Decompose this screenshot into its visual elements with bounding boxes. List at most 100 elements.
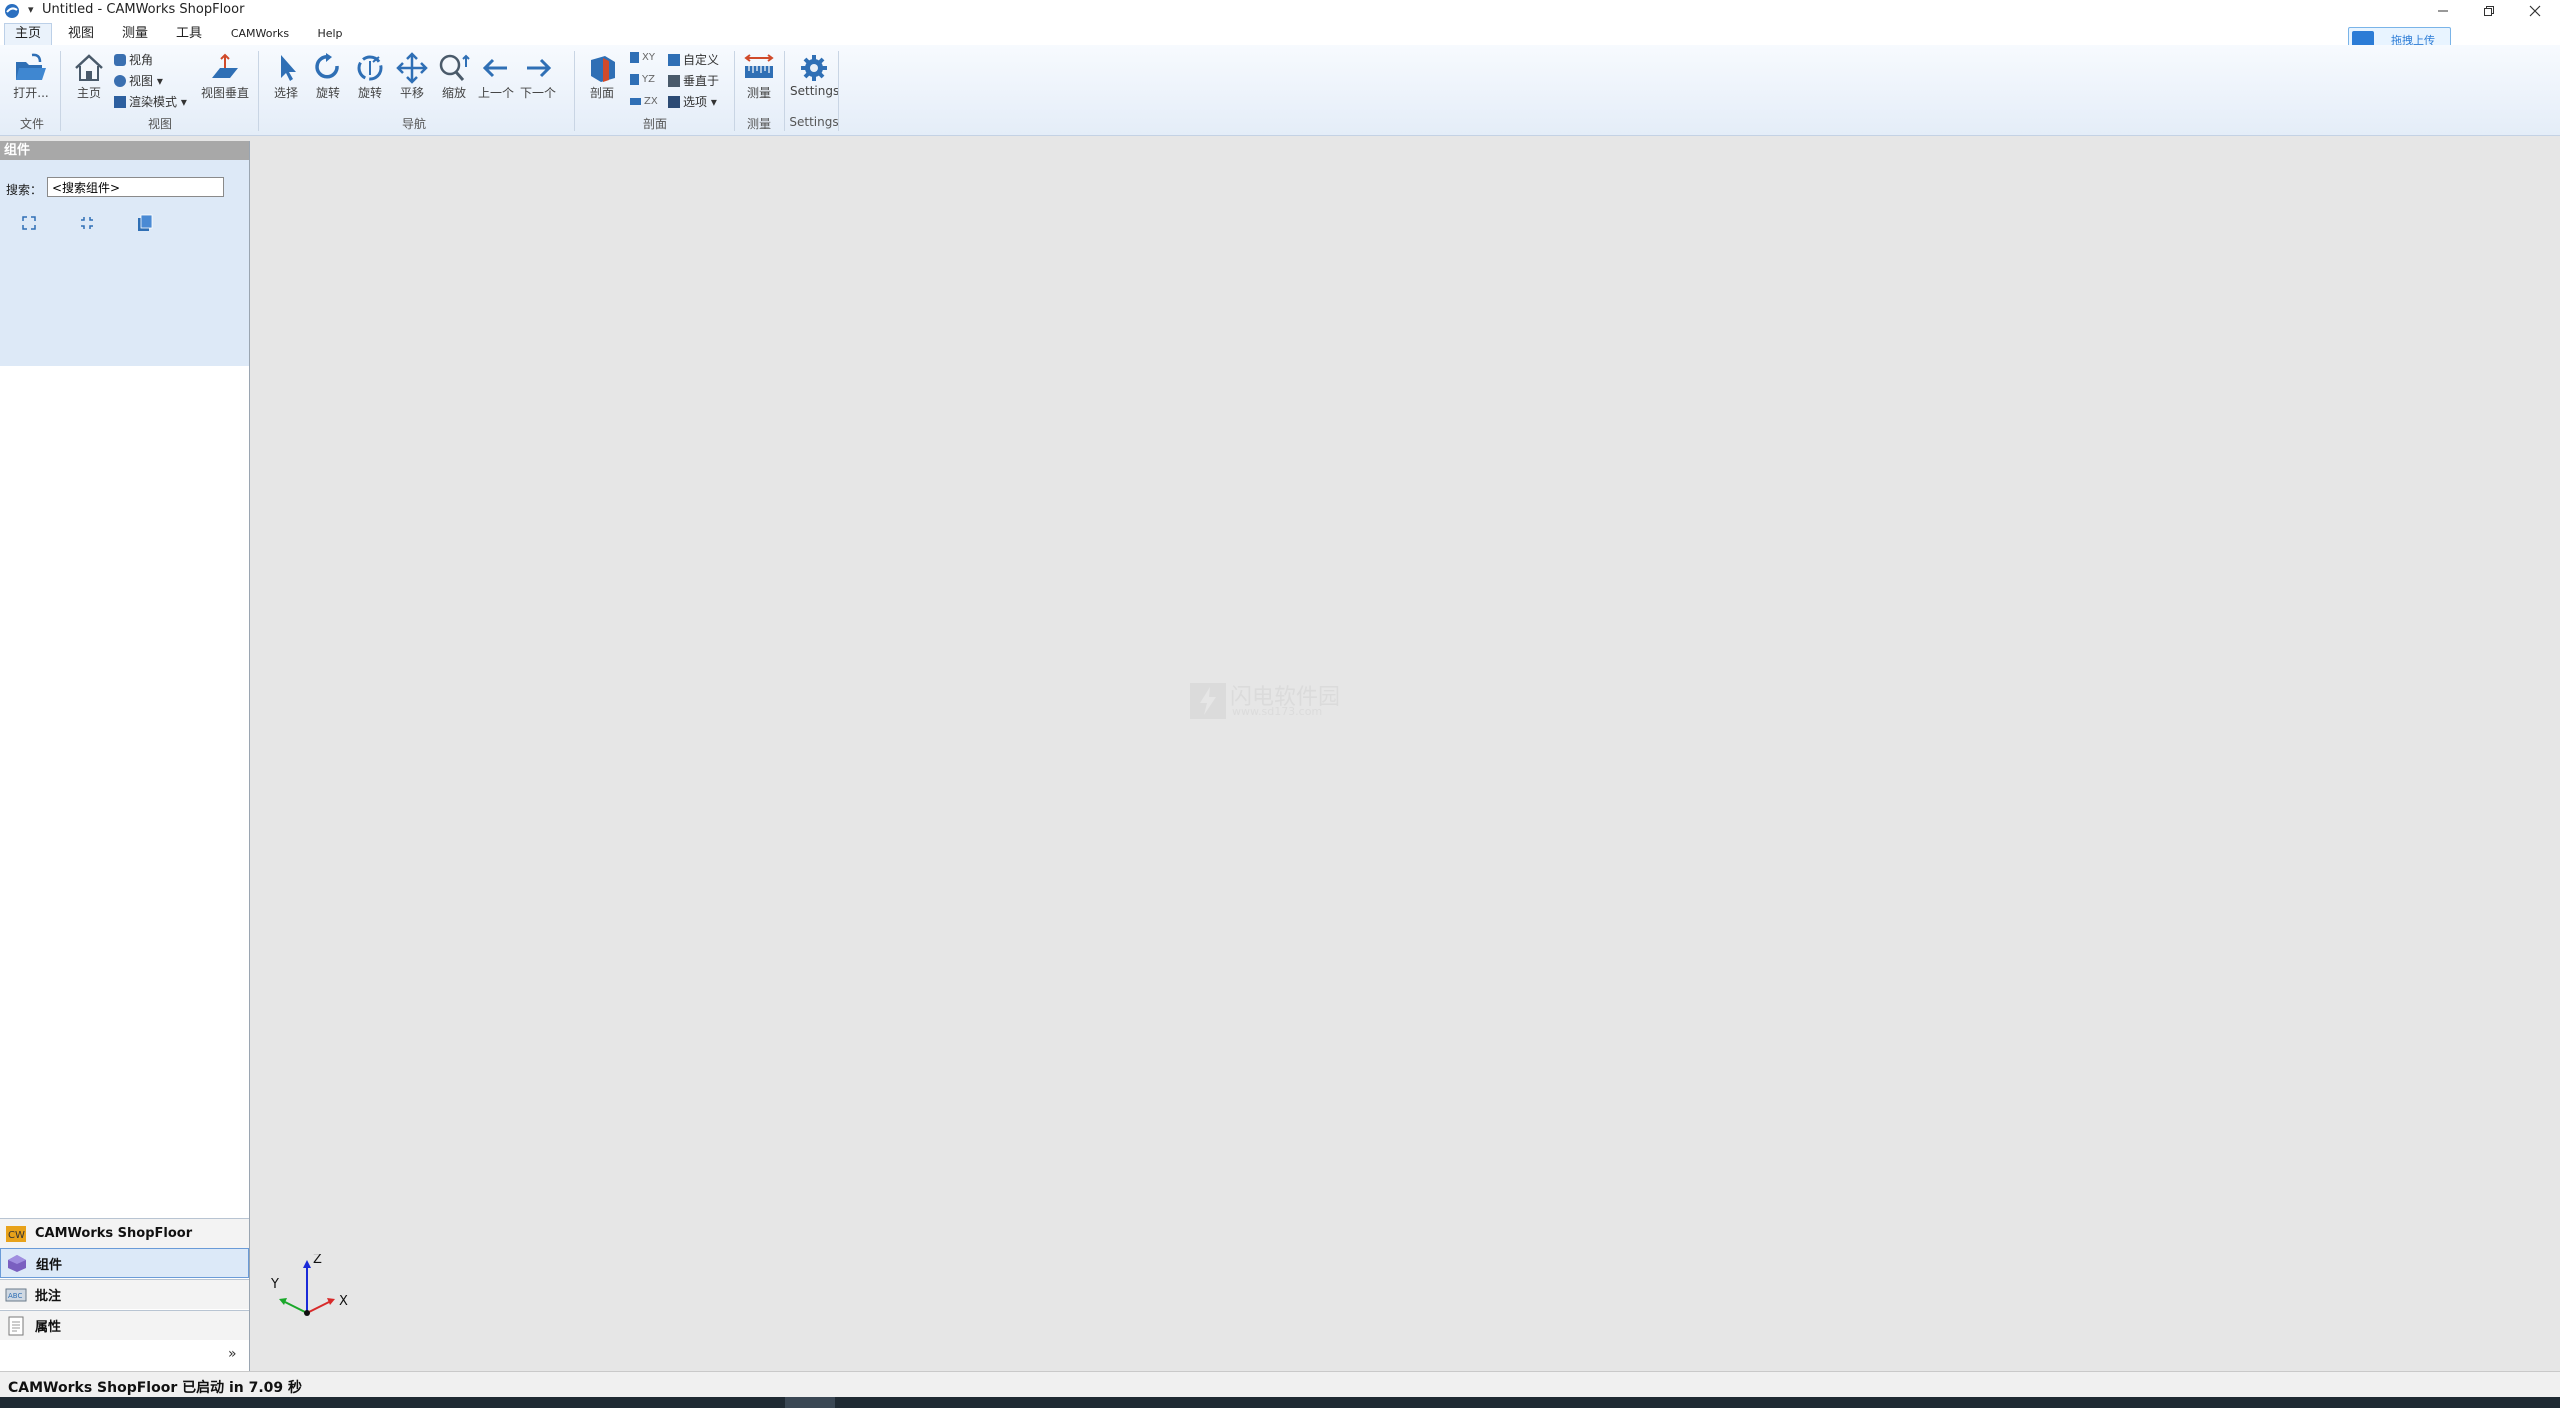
section-options-label: 选项 ▾ bbox=[683, 95, 717, 109]
app-logo-icon bbox=[5, 4, 19, 18]
z-axis-arrow bbox=[303, 1260, 311, 1268]
annotation-icon: ABC bbox=[5, 1288, 27, 1301]
arrow-right-icon bbox=[527, 58, 552, 78]
section-zx-button[interactable]: ZX bbox=[630, 96, 658, 107]
ruler-icon bbox=[744, 54, 774, 78]
tools-icon bbox=[668, 95, 680, 108]
rotate-axis-label: 旋转 bbox=[357, 86, 382, 100]
quick-access-dropdown[interactable]: ▾ bbox=[28, 3, 34, 16]
minimize-button[interactable] bbox=[2420, 0, 2466, 22]
close-button[interactable] bbox=[2512, 0, 2558, 22]
plane-xy-icon bbox=[630, 52, 639, 63]
folder-open-icon bbox=[16, 53, 46, 80]
section-yz-button[interactable]: YZ bbox=[630, 74, 655, 85]
tab-home[interactable]: 主页 bbox=[4, 23, 52, 46]
y-axis-label: Y bbox=[270, 1277, 279, 1292]
view-angle-button[interactable]: 视角 bbox=[114, 51, 153, 68]
watermark-url: www.sd173.com bbox=[1232, 705, 1323, 718]
group-label-settings: Settings bbox=[789, 115, 839, 129]
open-label: 打开... bbox=[13, 86, 49, 100]
home-view-button[interactable]: 主页 bbox=[70, 52, 108, 101]
svg-text:ABC: ABC bbox=[8, 1292, 22, 1300]
section-label: 剖面 bbox=[589, 86, 614, 100]
nav-properties[interactable]: 属性 bbox=[0, 1310, 249, 1340]
copy-tree-button[interactable] bbox=[134, 212, 156, 234]
tab-help[interactable]: Help bbox=[308, 24, 352, 44]
section-xy-button[interactable]: XY bbox=[630, 52, 655, 63]
cube-icon bbox=[114, 53, 126, 66]
watermark: 闪电软件园 www.sd173.com bbox=[1190, 683, 1340, 723]
home-icon bbox=[75, 54, 103, 81]
close-icon bbox=[2529, 5, 2541, 17]
x-axis-label: X bbox=[339, 1294, 348, 1309]
collapse-all-button[interactable] bbox=[76, 212, 98, 234]
title-bar: ▾ Untitled - CAMWorks ShopFloor bbox=[0, 0, 2560, 22]
pan-arrows-icon bbox=[396, 52, 428, 84]
view-normal-icon bbox=[212, 53, 238, 78]
expand-all-button[interactable] bbox=[18, 212, 40, 234]
view-normal-button[interactable]: 视图垂直 bbox=[196, 52, 254, 101]
cube-icon bbox=[114, 74, 126, 87]
tab-view[interactable]: 视图 bbox=[58, 24, 104, 44]
status-message: CAMWorks ShopFloor 已启动 in 7.09 秒 bbox=[8, 1380, 303, 1396]
group-separator bbox=[60, 51, 61, 131]
custom-plane-icon bbox=[668, 53, 680, 66]
section-custom-button[interactable]: 自定义 bbox=[668, 51, 719, 68]
section-perpendicular-button[interactable]: 垂直于 bbox=[668, 72, 719, 89]
rotate-axis-button[interactable]: 旋转 bbox=[352, 52, 388, 101]
rotate-button[interactable]: 旋转 bbox=[310, 52, 346, 101]
section-options-dropdown[interactable]: 选项 ▾ bbox=[668, 93, 717, 110]
settings-button[interactable]: Settings bbox=[790, 52, 839, 98]
zoom-dropdown[interactable]: 缩放 bbox=[436, 52, 472, 101]
pan-button[interactable]: 平移 bbox=[394, 52, 430, 101]
views-label: 视图 ▾ bbox=[129, 74, 163, 88]
render-mode-dropdown[interactable]: 渲染模式 ▾ bbox=[114, 93, 187, 110]
plane-zx-icon bbox=[630, 98, 641, 105]
section-xy-label: XY bbox=[642, 52, 655, 63]
section-custom-label: 自定义 bbox=[683, 53, 720, 67]
select-label: 选择 bbox=[273, 86, 298, 100]
search-label: 搜索： bbox=[6, 183, 43, 197]
nav-annotations[interactable]: ABC 批注 bbox=[0, 1279, 249, 1309]
tab-tools[interactable]: 工具 bbox=[166, 24, 212, 44]
measure-label: 测量 bbox=[746, 86, 771, 100]
restore-button[interactable] bbox=[2466, 0, 2512, 22]
rotate-axis-icon bbox=[357, 55, 383, 81]
nav-components[interactable]: 组件 bbox=[0, 1248, 249, 1278]
tab-measure[interactable]: 测量 bbox=[112, 24, 158, 44]
open-button[interactable]: 打开... bbox=[8, 52, 54, 101]
view-angle-label: 视角 bbox=[129, 53, 154, 67]
taskbar bbox=[0, 1397, 2560, 1408]
taskbar-app-slot[interactable] bbox=[785, 1397, 835, 1408]
origin-point bbox=[304, 1310, 310, 1316]
previous-view-button[interactable]: 上一个 bbox=[476, 52, 516, 101]
lightning-logo-icon bbox=[1190, 683, 1226, 719]
properties-document-icon bbox=[8, 1316, 24, 1335]
section-button[interactable]: 剖面 bbox=[584, 52, 620, 101]
group-label-file: 文件 bbox=[19, 117, 44, 131]
collapse-icon bbox=[81, 217, 93, 229]
search-input[interactable] bbox=[47, 177, 224, 197]
components-cube-icon bbox=[8, 1255, 26, 1272]
graphics-viewport[interactable]: 闪电软件园 www.sd173.com Z X Y bbox=[255, 136, 2560, 1371]
select-button[interactable]: 选择 bbox=[268, 52, 304, 101]
home-view-label: 主页 bbox=[76, 86, 101, 100]
component-panel: 组件 搜索： CW CAMWorks ShopFloor 组件 ABC 批注 属… bbox=[0, 141, 250, 1371]
arrow-left-icon bbox=[482, 58, 507, 78]
nav-camworks-shopfloor[interactable]: CW CAMWorks ShopFloor bbox=[0, 1218, 249, 1248]
section-icon bbox=[591, 56, 615, 82]
x-axis-line bbox=[306, 1301, 330, 1314]
nav-label: CAMWorks ShopFloor bbox=[35, 1226, 193, 1241]
panel-title: 组件 bbox=[0, 141, 249, 160]
next-view-button[interactable]: 下一个 bbox=[518, 52, 558, 101]
views-dropdown[interactable]: 视图 ▾ bbox=[114, 72, 163, 89]
group-separator bbox=[838, 51, 839, 131]
section-zx-label: ZX bbox=[644, 96, 658, 107]
tab-camworks[interactable]: CAMWorks bbox=[224, 24, 296, 44]
zoom-icon bbox=[439, 54, 470, 81]
configure-buttons-chevron[interactable]: » bbox=[228, 1346, 237, 1362]
measure-button[interactable]: 测量 bbox=[740, 52, 778, 101]
rotate-label: 旋转 bbox=[315, 86, 340, 100]
expand-icon bbox=[22, 216, 36, 230]
group-label-navigation: 导航 bbox=[401, 117, 426, 131]
